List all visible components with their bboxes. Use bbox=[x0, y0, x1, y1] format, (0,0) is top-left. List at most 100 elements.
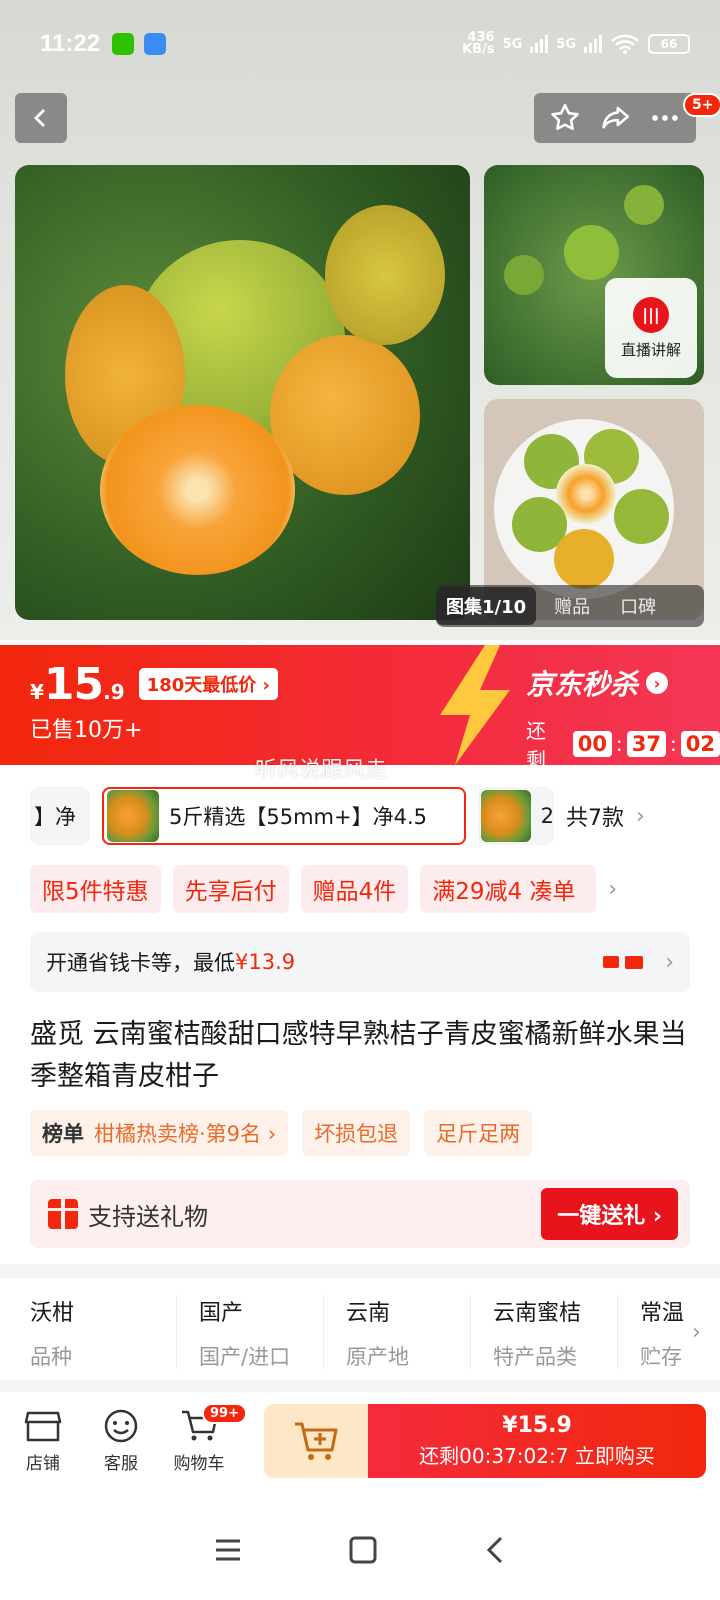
variant-label: 2 bbox=[540, 804, 554, 828]
variant-label: 】净 bbox=[34, 805, 76, 829]
send-gift-button[interactable]: 一键送礼 › bbox=[541, 1188, 678, 1240]
service-tag[interactable]: 足斤足两 bbox=[424, 1110, 533, 1156]
spec-item: 沃柑 品种 bbox=[30, 1295, 177, 1369]
orange-fruit-image bbox=[554, 529, 614, 589]
seckill-link[interactable]: 京东秒杀 › bbox=[526, 663, 720, 703]
add-cart-icon bbox=[295, 1422, 338, 1460]
spec-value: 沃柑 bbox=[30, 1301, 75, 1326]
variant-chip[interactable]: 2 bbox=[478, 787, 554, 845]
spec-item: 云南 原产地 bbox=[324, 1295, 471, 1369]
orange-fruit-image bbox=[624, 185, 664, 225]
rank-label: 榜单 bbox=[42, 1122, 84, 1146]
buy-now-button[interactable]: ¥15.9 还剩00:37:02:7 立即购买 bbox=[368, 1404, 706, 1478]
orange-fruit-image bbox=[614, 489, 669, 544]
chevron-right-icon[interactable]: › bbox=[608, 877, 617, 902]
promo-tag[interactable]: 先享后付 bbox=[172, 865, 289, 913]
chevron-right-icon: › bbox=[692, 1319, 701, 1345]
savings-card-row[interactable]: 开通省钱卡等，最低 ¥13.9 › bbox=[30, 932, 690, 992]
live-label: 直播讲解 bbox=[620, 340, 681, 359]
home-icon[interactable] bbox=[348, 1535, 378, 1565]
app-notification-icon bbox=[144, 33, 167, 55]
cart-button[interactable]: 购物车 99+ bbox=[160, 1402, 247, 1474]
countdown-hours: 00 bbox=[572, 731, 613, 757]
savings-card-text: 开通省钱卡等，最低 bbox=[46, 951, 235, 975]
buy-label: 还剩00:37:02:7 立即购买 bbox=[419, 1444, 655, 1468]
main-product-image[interactable] bbox=[15, 165, 470, 620]
lowest-price-badge[interactable]: 180天最低价 › bbox=[138, 668, 278, 700]
system-nav-bar bbox=[0, 1500, 720, 1600]
chevron-right-icon: › bbox=[665, 949, 674, 975]
spec-key: 原产地 bbox=[346, 1345, 409, 1369]
spec-value: 国产 bbox=[199, 1301, 244, 1326]
divider bbox=[0, 1380, 720, 1392]
coupon-icon bbox=[603, 956, 620, 968]
orange-fruit-image bbox=[564, 225, 619, 280]
gift-icon bbox=[48, 1199, 78, 1229]
gift-text: 支持送礼物 bbox=[88, 1202, 208, 1231]
product-gallery-area: 11:22 436 KB/s 5G 5G 66 5+ ||| 直播讲解 图集1/… bbox=[0, 0, 720, 640]
header-actions bbox=[534, 93, 696, 143]
price-decimal: .9 bbox=[103, 680, 125, 704]
promo-tag[interactable]: 限5件特惠 bbox=[30, 865, 161, 913]
countdown-label: 还剩 bbox=[526, 719, 546, 772]
chevron-right-icon: › bbox=[646, 672, 669, 694]
signal-icon-2 bbox=[584, 35, 602, 53]
lightning-icon bbox=[440, 645, 510, 765]
promo-tag[interactable]: 满29减4 凑单 bbox=[420, 865, 597, 913]
wechat-icon bbox=[112, 33, 135, 55]
rank-list-link[interactable]: 榜单 柑橘热卖榜·第9名 › bbox=[30, 1110, 289, 1156]
live-icon: ||| bbox=[633, 296, 669, 333]
watermark: 听风说跟风走 bbox=[255, 758, 388, 783]
chevron-right-icon[interactable]: › bbox=[636, 804, 645, 829]
price-integer: 15 bbox=[43, 659, 104, 710]
gallery-counter-tab[interactable]: 图集1/10 bbox=[436, 587, 537, 625]
gallery-tabs: 图集1/10 赠品 口碑 bbox=[436, 585, 704, 627]
shop-icon bbox=[24, 1411, 62, 1441]
share-icon[interactable] bbox=[598, 101, 632, 135]
rank-row: 榜单 柑橘热卖榜·第9名 › 坏损包退 足斤足两 bbox=[30, 1110, 533, 1156]
signal-5g-label: 5G bbox=[502, 36, 523, 52]
star-icon[interactable] bbox=[548, 101, 582, 135]
spec-key: 特产品类 bbox=[493, 1345, 577, 1369]
countdown-minutes: 37 bbox=[626, 731, 667, 757]
shop-button[interactable]: 店铺 bbox=[4, 1409, 82, 1474]
card-icon bbox=[625, 955, 644, 969]
back-nav-icon[interactable] bbox=[483, 1535, 507, 1565]
add-to-cart-button[interactable] bbox=[264, 1404, 368, 1478]
battery-indicator: 66 bbox=[648, 34, 690, 54]
spec-value: 常温 bbox=[640, 1301, 685, 1326]
live-explain-button[interactable]: ||| 直播讲解 bbox=[605, 278, 697, 378]
gift-row: 支持送礼物 一键送礼 › bbox=[30, 1180, 690, 1248]
more-icon[interactable] bbox=[648, 101, 682, 135]
current-price: ¥ 15 .9 180天最低价 › bbox=[30, 659, 278, 710]
gallery-review-tab[interactable]: 口碑 bbox=[620, 593, 656, 619]
buy-price: ¥15.9 bbox=[502, 1413, 572, 1438]
cart-badge: 99+ bbox=[202, 1402, 247, 1424]
price-currency: ¥ bbox=[30, 680, 44, 704]
seckill-label: 京东秒杀 bbox=[526, 668, 639, 701]
cart-label: 购物车 bbox=[173, 1453, 225, 1474]
variant-thumbnail bbox=[107, 790, 159, 842]
variant-chip[interactable]: 】净 bbox=[30, 787, 90, 845]
signal-5g-label-2: 5G bbox=[556, 36, 576, 52]
spec-row[interactable]: 沃柑 品种 国产 国产/进口 云南 原产地 云南蜜桔 特产品类 常温 贮存 › bbox=[0, 1282, 720, 1382]
divider bbox=[0, 1264, 720, 1278]
net-unit: KB/s bbox=[462, 42, 495, 57]
spec-item: 云南蜜桔 特产品类 bbox=[471, 1295, 618, 1369]
spec-item: 常温 贮存 bbox=[618, 1295, 688, 1369]
promo-tag[interactable]: 赠品4件 bbox=[300, 865, 409, 913]
service-tag[interactable]: 坏损包退 bbox=[302, 1110, 411, 1156]
spec-value: 云南蜜桔 bbox=[493, 1301, 582, 1326]
rank-text: 柑橘热卖榜·第9名 › bbox=[94, 1122, 277, 1146]
back-button[interactable] bbox=[15, 93, 67, 143]
status-time: 11:22 bbox=[40, 30, 101, 57]
variant-chip-selected[interactable]: 5斤精选【55mm+】净4.5 bbox=[102, 787, 466, 845]
variant-count[interactable]: 共7款 bbox=[566, 800, 624, 832]
service-button[interactable]: 客服 bbox=[82, 1409, 160, 1474]
menu-icon[interactable] bbox=[213, 1537, 243, 1563]
gallery-gift-tab[interactable]: 赠品 bbox=[554, 593, 590, 619]
status-bar: 11:22 436 KB/s 5G 5G 66 bbox=[40, 26, 690, 62]
chevron-left-icon bbox=[34, 109, 45, 127]
shop-label: 店铺 bbox=[26, 1453, 60, 1474]
spec-key: 贮存 bbox=[640, 1345, 682, 1369]
